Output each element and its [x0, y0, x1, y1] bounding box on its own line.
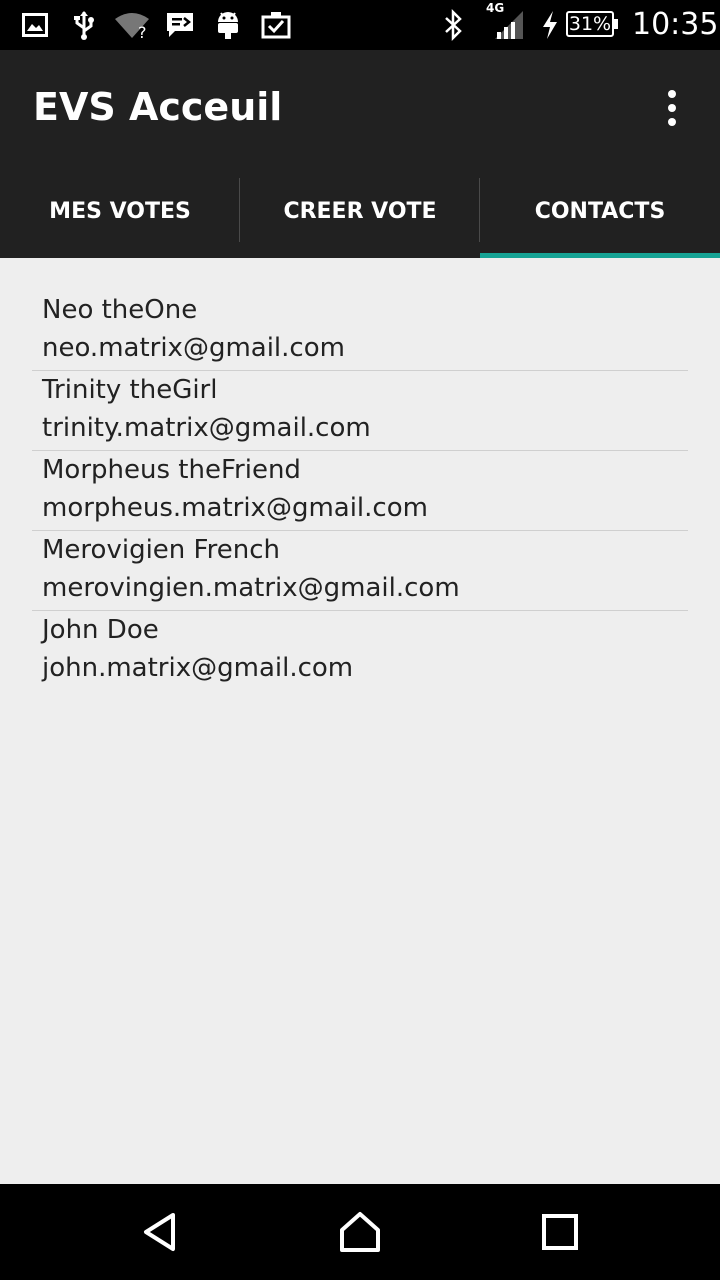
contact-name: Merovigien French [42, 535, 280, 565]
contact-email: john.matrix@gmail.com [42, 653, 354, 683]
message-icon [166, 0, 194, 50]
list-item[interactable]: Morpheus theFriend morpheus.matrix@gmail… [32, 451, 688, 531]
recents-icon[interactable] [512, 1184, 608, 1280]
status-bar: ? 4G 31% 10:35 [0, 0, 720, 50]
contact-name: Trinity theGirl [42, 375, 218, 405]
list-item[interactable]: Merovigien French merovingien.matrix@gma… [32, 531, 688, 611]
android-icon [215, 0, 241, 50]
app-title: EVS Acceuil [33, 85, 283, 129]
list-item[interactable]: Neo theOne neo.matrix@gmail.com [32, 291, 688, 371]
contact-name: John Doe [42, 615, 159, 645]
contact-email: morpheus.matrix@gmail.com [42, 493, 428, 523]
svg-text:?: ? [138, 23, 147, 39]
tab-label: CONTACTS [534, 199, 666, 224]
tab-label: MES VOTES [49, 199, 191, 224]
list-item[interactable]: Trinity theGirl trinity.matrix@gmail.com [32, 371, 688, 451]
tab-bar: MES VOTES CREER VOTE CONTACTS [0, 165, 720, 258]
clipboard-check-icon [261, 0, 291, 50]
home-icon[interactable] [312, 1184, 408, 1280]
bluetooth-icon [442, 0, 464, 50]
contact-name: Neo theOne [42, 295, 198, 325]
contact-email: merovingien.matrix@gmail.com [42, 573, 460, 603]
contact-list: Neo theOne neo.matrix@gmail.com Trinity … [32, 291, 688, 691]
tab-creer-vote[interactable]: CREER VOTE [240, 165, 480, 258]
charging-icon [540, 0, 560, 50]
status-clock: 10:35 [632, 7, 719, 42]
selected-tab-indicator [480, 253, 720, 258]
list-item[interactable]: John Doe john.matrix@gmail.com [32, 611, 688, 691]
tab-label: CREER VOTE [283, 199, 437, 224]
contact-email: neo.matrix@gmail.com [42, 333, 345, 363]
contact-email: trinity.matrix@gmail.com [42, 413, 371, 443]
usb-icon [72, 0, 96, 50]
signal-icon [494, 0, 524, 50]
system-nav-bar [0, 1184, 720, 1280]
wifi-unknown-icon: ? [114, 0, 150, 50]
battery-icon: 31% [566, 11, 618, 37]
contact-name: Morpheus theFriend [42, 455, 301, 485]
gallery-icon [22, 0, 48, 50]
tab-contacts[interactable]: CONTACTS [480, 165, 720, 258]
app-bar: EVS Acceuil [0, 50, 720, 165]
more-vert-icon[interactable] [652, 80, 692, 136]
tab-mes-votes[interactable]: MES VOTES [0, 165, 240, 258]
back-icon[interactable] [112, 1184, 208, 1280]
